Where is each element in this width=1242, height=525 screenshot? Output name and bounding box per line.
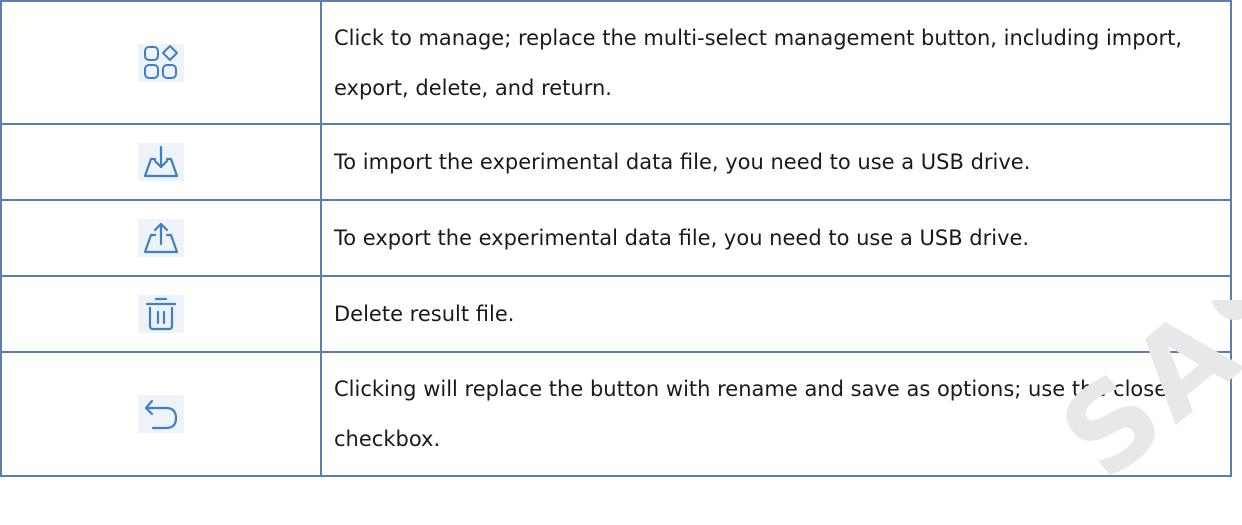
trash-icon <box>138 295 184 333</box>
description-manage: Click to manage; replace the multi-selec… <box>320 0 1232 125</box>
import-icon <box>138 143 184 181</box>
return-arrow-icon <box>138 395 184 433</box>
description-export: To export the experimental data file, yo… <box>320 199 1232 277</box>
icon-cell <box>0 123 322 201</box>
table-row-delete: Delete result file. <box>0 275 1232 353</box>
export-icon <box>138 219 184 257</box>
icon-cell <box>0 351 322 477</box>
icon-cell <box>0 275 322 353</box>
icon-cell <box>0 199 322 277</box>
table-row-export: To export the experimental data file, yo… <box>0 199 1232 277</box>
table-row-manage: Click to manage; replace the multi-selec… <box>0 0 1232 125</box>
manage-grid-icon <box>138 43 184 82</box>
icon-cell <box>0 0 322 125</box>
table-row-return: Clicking will replace the button with re… <box>0 351 1232 477</box>
description-import: To import the experimental data file, yo… <box>320 123 1232 201</box>
description-return: Clicking will replace the button with re… <box>320 351 1232 477</box>
description-delete: Delete result file. <box>320 275 1232 353</box>
table-row-import: To import the experimental data file, yo… <box>0 123 1232 201</box>
function-description-table: Click to manage; replace the multi-selec… <box>0 0 1232 477</box>
